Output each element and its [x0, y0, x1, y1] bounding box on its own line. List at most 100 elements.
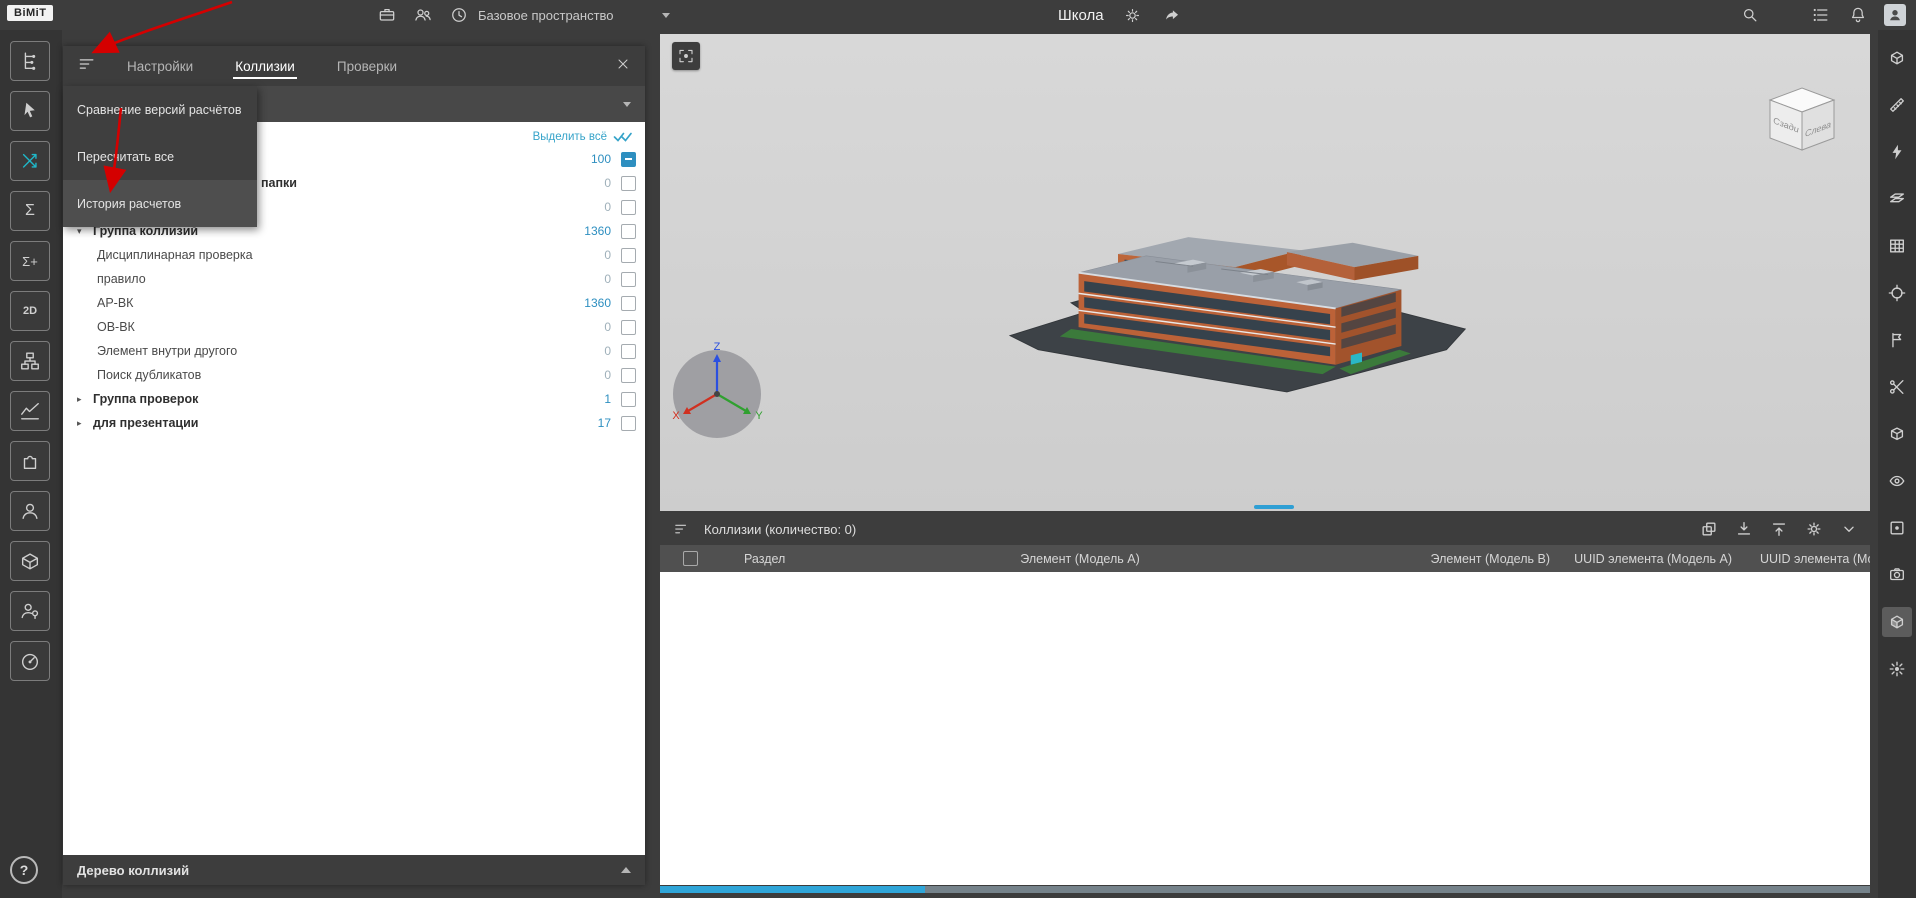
explode-button[interactable]: [1882, 654, 1912, 684]
expand-open-icon[interactable]: [77, 226, 93, 237]
scheme-button[interactable]: [10, 341, 50, 381]
project-title: Школа: [1058, 7, 1104, 24]
sum-button[interactable]: Σ: [10, 191, 50, 231]
column-element-b[interactable]: Элемент (Модель B): [1260, 552, 1560, 566]
collapse-chevron-icon[interactable]: [1840, 520, 1858, 538]
panel-close-button[interactable]: [615, 56, 631, 77]
model-export-button[interactable]: [10, 541, 50, 581]
plugins-button[interactable]: [10, 441, 50, 481]
clash-detection-button[interactable]: [10, 141, 50, 181]
search-button[interactable]: [1739, 4, 1761, 26]
grid-icon: [1888, 237, 1906, 255]
center-view-button[interactable]: [1882, 278, 1912, 308]
isolate-icon: [1888, 519, 1906, 537]
share-button[interactable]: [1162, 4, 1184, 26]
tree-row-checkbox[interactable]: [621, 248, 636, 263]
tree-row-checkbox[interactable]: [621, 368, 636, 383]
user-location-button[interactable]: [10, 591, 50, 631]
isolate-button[interactable]: [1882, 513, 1912, 543]
column-uuid-b[interactable]: UUID элемента (Мод: [1738, 552, 1870, 566]
select-all-label: Выделить всё: [533, 131, 607, 143]
project-settings-button[interactable]: [1122, 4, 1144, 26]
column-razdel[interactable]: Раздел: [720, 552, 900, 566]
column-uuid-a[interactable]: UUID элемента (Модель A): [1560, 552, 1738, 566]
tree-row-group[interactable]: Группа проверок 1: [63, 387, 645, 411]
select-tool-button[interactable]: [10, 91, 50, 131]
dashboard-button[interactable]: [10, 641, 50, 681]
profile-button[interactable]: [10, 491, 50, 531]
visibility-button[interactable]: [1882, 466, 1912, 496]
box-section-button[interactable]: [1882, 419, 1912, 449]
cursor-icon: [19, 100, 41, 122]
tree-row-checkbox[interactable]: [621, 152, 636, 167]
workspace-selector[interactable]: Базовое пространство: [478, 0, 670, 30]
tab-collisions[interactable]: Коллизии: [235, 46, 295, 86]
grid-button[interactable]: [1882, 231, 1912, 261]
tree-row-checkbox[interactable]: [621, 416, 636, 431]
export-icon[interactable]: [1770, 520, 1788, 538]
graphs-button[interactable]: [10, 391, 50, 431]
viewport-splitter-handle[interactable]: [1254, 505, 1294, 509]
tree-row[interactable]: Поиск дубликатов 0: [63, 363, 645, 387]
collaboration-button[interactable]: [412, 4, 434, 26]
axis-gizmo[interactable]: Z X Y: [660, 334, 777, 454]
tab-settings[interactable]: Настройки: [127, 46, 193, 86]
tree-row-checkbox[interactable]: [621, 200, 636, 215]
panel-menu-button[interactable]: [73, 50, 101, 83]
tab-checks[interactable]: Проверки: [337, 46, 397, 86]
notifications-button[interactable]: [1847, 4, 1869, 26]
history-button[interactable]: [448, 4, 470, 26]
user-avatar[interactable]: [1884, 4, 1906, 26]
select-all-checkbox[interactable]: [683, 551, 698, 566]
model-structure-button[interactable]: [10, 41, 50, 81]
clash-arrows-icon: [19, 150, 41, 172]
help-button[interactable]: ?: [10, 856, 38, 884]
tree-row[interactable]: Дисциплинарная проверка 0: [63, 243, 645, 267]
section-cut-button[interactable]: [1882, 372, 1912, 402]
tree-row-checkbox[interactable]: [621, 392, 636, 407]
scrollbar-thumb[interactable]: [660, 886, 925, 893]
view-cube[interactable]: Сзади Слева: [1756, 76, 1848, 160]
viewpoint-button[interactable]: [1882, 43, 1912, 73]
column-element-a[interactable]: Элемент (Модель A): [900, 552, 1260, 566]
apps-list-button[interactable]: [1810, 4, 1832, 26]
snapshot-button[interactable]: [1882, 560, 1912, 590]
right-toolbar: [1878, 30, 1916, 898]
tree-row-checkbox[interactable]: [621, 320, 636, 335]
expand-closed-icon[interactable]: [77, 418, 93, 429]
clip-plane-button[interactable]: [1882, 184, 1912, 214]
tree-row-group[interactable]: для презентации 17: [63, 411, 645, 435]
focus-model-button[interactable]: [672, 42, 700, 70]
case-button[interactable]: [376, 4, 398, 26]
flag-button[interactable]: [1882, 325, 1912, 355]
menu-item-recalculate-all[interactable]: Пересчитать все: [63, 133, 257, 180]
panel-menu-icon[interactable]: [672, 520, 690, 538]
axis-x-label: X: [672, 410, 680, 422]
tree-row-checkbox[interactable]: [621, 344, 636, 359]
horizontal-scrollbar[interactable]: [660, 886, 1870, 893]
2d-view-button[interactable]: 2D: [10, 291, 50, 331]
tree-row-checkbox[interactable]: [621, 224, 636, 239]
tree-row-checkbox[interactable]: [621, 296, 636, 311]
viewport-3d[interactable]: Z X Y Сзади Слева: [660, 34, 1870, 511]
import-icon[interactable]: [1735, 520, 1753, 538]
menu-item-calculation-history[interactable]: История расчетов: [63, 180, 257, 227]
tree-row[interactable]: правило 0: [63, 267, 645, 291]
camera-icon: [1888, 566, 1906, 584]
building-model[interactable]: [1005, 162, 1475, 406]
tree-panel-footer[interactable]: Дерево коллизий: [63, 855, 645, 885]
menu-item-compare-versions[interactable]: Сравнение версий расчётов: [63, 86, 257, 133]
tree-row[interactable]: АР-ВК 1360: [63, 291, 645, 315]
sum-add-button[interactable]: Σ+: [10, 241, 50, 281]
measure-button[interactable]: [1882, 90, 1912, 120]
expand-closed-icon[interactable]: [77, 394, 93, 405]
duplicate-icon[interactable]: [1700, 520, 1718, 538]
tree-row-checkbox[interactable]: [621, 176, 636, 191]
tree-row-checkbox[interactable]: [621, 272, 636, 287]
settings-gear-icon[interactable]: [1805, 520, 1823, 538]
section-button[interactable]: [1882, 137, 1912, 167]
tree-row[interactable]: Элемент внутри другого 0: [63, 339, 645, 363]
tree-row[interactable]: ОВ-ВК 0: [63, 315, 645, 339]
export-box-icon: [19, 550, 41, 572]
model-cube-button[interactable]: [1882, 607, 1912, 637]
